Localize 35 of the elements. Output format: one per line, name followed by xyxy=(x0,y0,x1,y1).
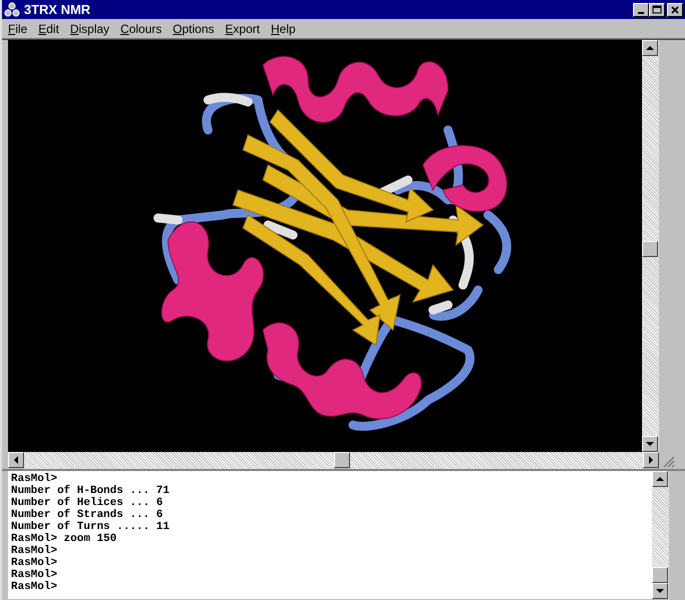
menu-item[interactable]: File xyxy=(8,22,28,36)
close-icon xyxy=(670,4,680,14)
close-button[interactable] xyxy=(667,2,683,16)
scroll-thumb[interactable] xyxy=(642,241,658,257)
menu-item[interactable]: Options xyxy=(172,22,214,36)
console-line: RasMol> xyxy=(11,581,58,593)
scroll-up-icon[interactable] xyxy=(652,471,668,487)
maximize-icon xyxy=(652,4,662,14)
scroll-thumb[interactable] xyxy=(652,567,668,583)
menu-item[interactable]: Display xyxy=(70,22,110,36)
minimize-button[interactable] xyxy=(633,2,649,16)
console-line: Number of Turns ..... 11 xyxy=(11,521,170,533)
console-line: RasMol> zoom 150 xyxy=(11,533,117,545)
window-title: 3TRX NMR xyxy=(24,2,92,17)
console-line: RasMol> xyxy=(11,545,58,557)
console-line: Number of Strands ... 6 xyxy=(11,509,163,521)
molecule-icon xyxy=(4,2,20,18)
scroll-up-icon[interactable] xyxy=(642,40,658,56)
scroll-down-icon[interactable] xyxy=(642,436,658,452)
scroll-down-icon[interactable] xyxy=(652,583,668,599)
console-line: Number of H-Bonds ... 71 xyxy=(11,485,170,497)
minimize-icon xyxy=(638,12,644,14)
scroll-left-icon[interactable] xyxy=(8,452,24,468)
console-line: RasMol> xyxy=(11,557,58,569)
command-console[interactable]: RasMol> Number of H-Bonds ... 71 Number of Helices ... 6 Number of Strands ... 6 Number of Turns ..... 11 RasMol> zoom 150 RasMol> RasMol> RasMol> RasMol> xyxy=(8,471,652,599)
scroll-thumb[interactable] xyxy=(334,452,350,468)
console-line: RasMol> xyxy=(11,569,58,581)
menu-item[interactable]: Export xyxy=(225,22,260,36)
console-line: Number of Helices ... 6 xyxy=(11,497,163,509)
menu-item[interactable]: Edit xyxy=(38,22,60,36)
maximize-button[interactable] xyxy=(649,2,665,16)
menu-item[interactable]: Colours xyxy=(120,22,162,36)
scroll-right-icon[interactable] xyxy=(643,452,659,468)
console-line: RasMol> xyxy=(11,473,58,485)
menu-item[interactable]: Help xyxy=(270,22,296,36)
